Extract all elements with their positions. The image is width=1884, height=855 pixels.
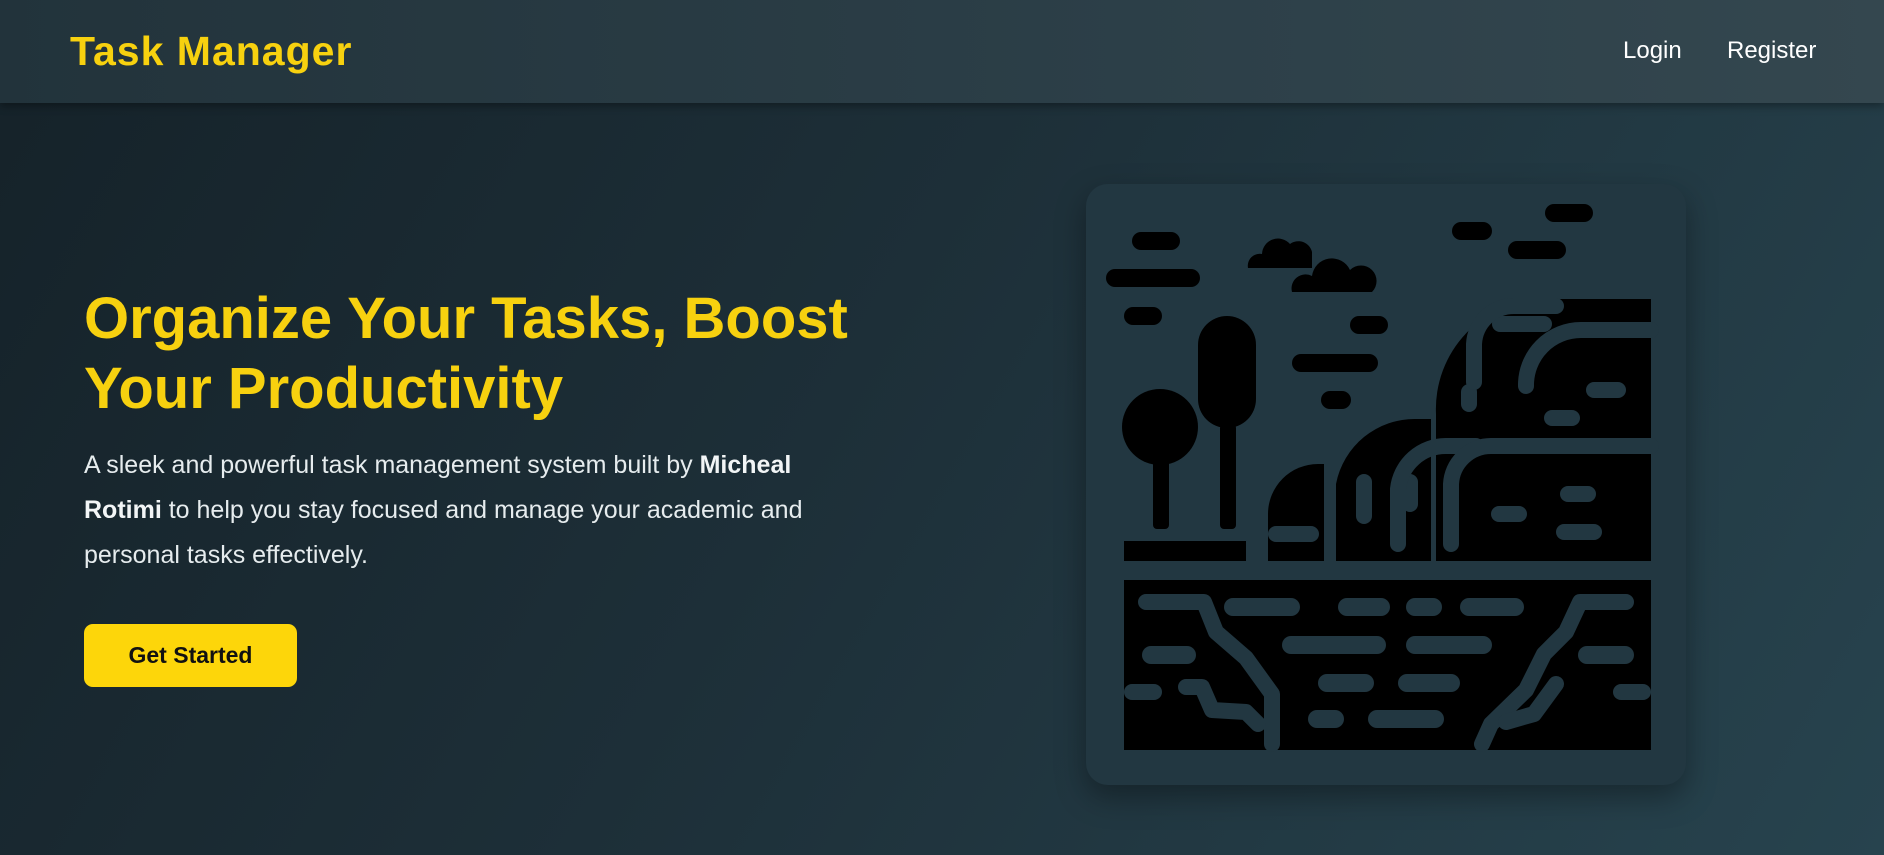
hero-description: A sleek and powerful task management sys… [84, 443, 874, 578]
landscape-illustration-icon [1106, 204, 1659, 752]
nav-register-link[interactable]: Register [1727, 37, 1816, 65]
nav-login-link[interactable]: Login [1623, 37, 1682, 65]
get-started-button[interactable]: Get Started [84, 624, 297, 687]
illustration-card [1086, 184, 1686, 785]
brand-logo[interactable]: Task Manager [70, 27, 352, 75]
hero-title: Organize Your Tasks, Boost Your Producti… [84, 286, 848, 421]
hero-description-suffix: to help you stay focused and manage your… [84, 496, 803, 569]
hero-description-prefix: A sleek and powerful task management sys… [84, 451, 700, 479]
navbar: Task Manager Login Register [0, 0, 1884, 103]
